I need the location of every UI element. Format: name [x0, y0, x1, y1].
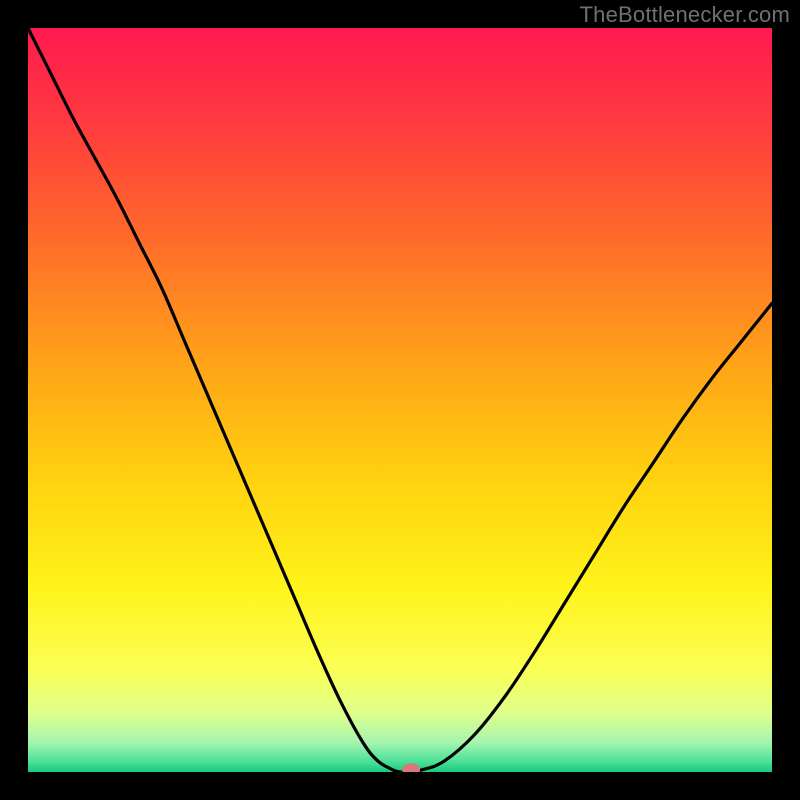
gradient-background	[28, 28, 772, 772]
chart-frame: TheBottlenecker.com	[0, 0, 800, 800]
watermark-label: TheBottlenecker.com	[580, 2, 790, 28]
bottleneck-chart	[28, 28, 772, 772]
